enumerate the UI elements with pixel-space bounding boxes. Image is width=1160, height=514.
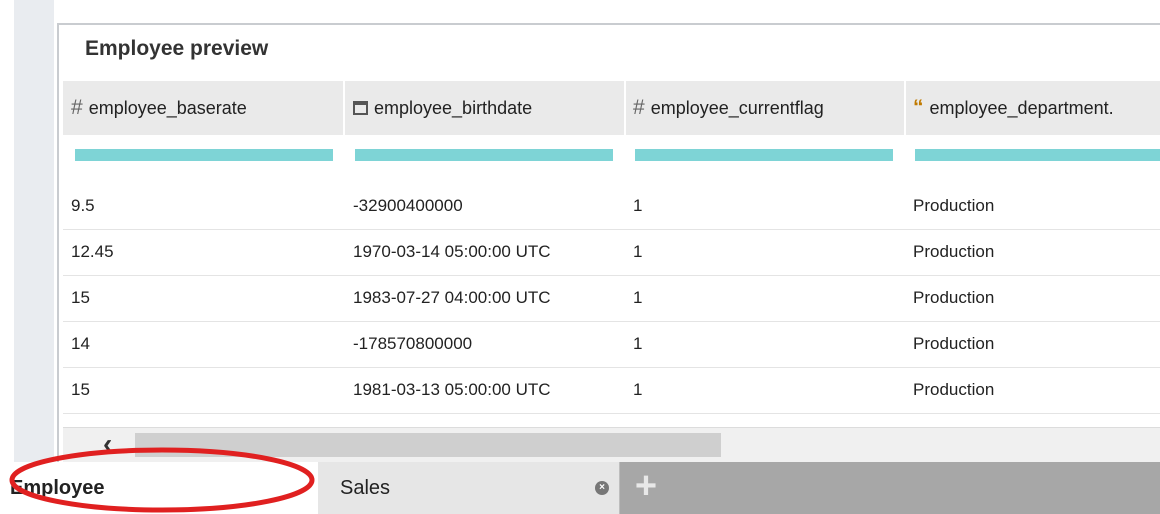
column-quality-bar: [355, 149, 613, 161]
table-cell: 9.5: [71, 196, 95, 215]
add-tab-button[interactable]: +: [626, 466, 666, 506]
left-sidebar-strip: [14, 0, 54, 462]
column-separator: [904, 81, 906, 135]
table-cell: 1970-03-14 05:00:00 UTC: [353, 242, 551, 261]
tab-sales[interactable]: Sales ×: [318, 462, 620, 514]
table-cell: Production: [913, 380, 995, 399]
column-quality-bar: [75, 149, 333, 161]
number-icon: #: [71, 96, 83, 119]
number-icon: #: [633, 96, 645, 119]
column-separator: [343, 81, 345, 135]
table-cell: 1: [633, 288, 643, 307]
table-cell: 12.45: [71, 242, 114, 261]
column-header-baserate[interactable]: # employee_baserate: [71, 81, 339, 135]
table-cell: Production: [913, 196, 995, 215]
table-cell: Production: [913, 242, 995, 261]
column-header-department[interactable]: “employee_department.: [913, 81, 1160, 135]
table-row[interactable]: 15 1983-07-27 04:00:00 UTC 1 Production: [63, 275, 1160, 322]
table-cell: Production: [913, 288, 995, 307]
table-row[interactable]: 14 -178570800000 1 Production: [63, 321, 1160, 368]
table-row[interactable]: 15 1981-03-13 05:00:00 UTC 1 Production: [63, 367, 1160, 414]
tab-label: Employee: [10, 477, 105, 499]
table-cell: -32900400000: [353, 196, 463, 215]
panel-title: Employee preview: [85, 37, 269, 60]
close-icon[interactable]: ×: [595, 481, 609, 495]
employee-preview-panel: Employee preview # employee_baserate empl…: [57, 23, 1160, 462]
table-cell: 15: [71, 288, 90, 307]
table-cell: 15: [71, 380, 90, 399]
table-cell: 1: [633, 242, 643, 261]
column-header-label: employee_baserate: [88, 98, 247, 118]
table-row[interactable]: 9.5 -32900400000 1 Production: [63, 183, 1160, 230]
table-cell: 1983-07-27 04:00:00 UTC: [353, 288, 551, 307]
column-header-label: employee_birthdate: [374, 98, 533, 118]
table-cell: 1981-03-13 05:00:00 UTC: [353, 380, 551, 399]
table-cell: -178570800000: [353, 334, 473, 353]
column-quality-bar: [635, 149, 893, 161]
table-cell: Production: [913, 334, 995, 353]
column-header-label: employee_department.: [929, 98, 1114, 118]
table-row[interactable]: 12.45 1970-03-14 05:00:00 UTC 1 Production: [63, 229, 1160, 276]
column-header-label: employee_currentflag: [650, 98, 824, 118]
tab-label: Sales: [340, 477, 391, 499]
table-cell: 14: [71, 334, 90, 353]
chevron-left-icon[interactable]: ‹: [103, 430, 123, 458]
tab-employee[interactable]: Employee: [0, 462, 318, 514]
table-cell: 1: [633, 334, 643, 353]
table-cell: 1: [633, 380, 643, 399]
column-quality-bar: [915, 149, 1160, 161]
calendar-icon: [353, 101, 368, 115]
horizontal-scrollbar[interactable]: ‹: [63, 427, 1160, 462]
column-header-currentflag[interactable]: # employee_currentflag: [633, 81, 901, 135]
table-cell: 1: [633, 196, 643, 215]
text-icon: “: [913, 96, 924, 119]
column-separator: [624, 81, 626, 135]
scrollbar-thumb[interactable]: [135, 433, 721, 457]
column-header-birthdate[interactable]: employee_birthdate: [353, 81, 621, 135]
